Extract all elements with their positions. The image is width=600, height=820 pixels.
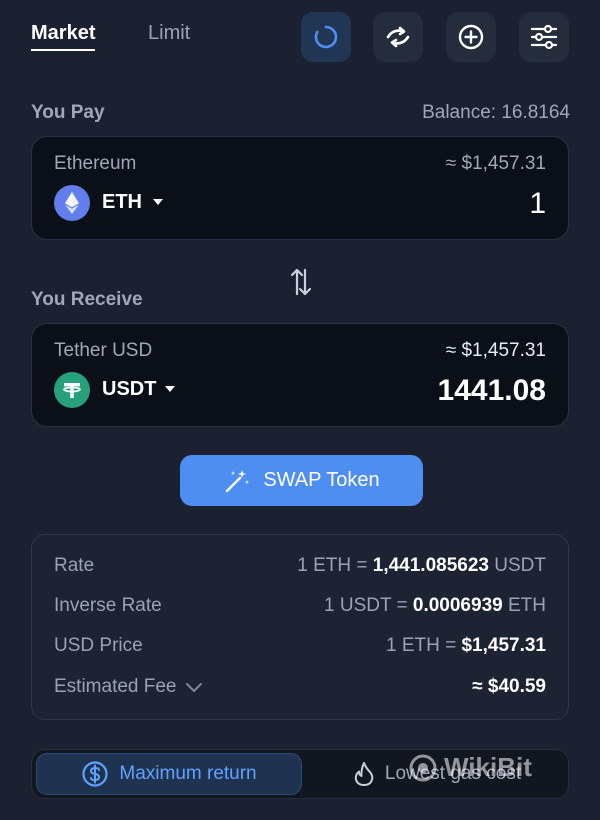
you-receive-label: You Receive <box>31 289 143 310</box>
pay-token-box[interactable]: Ethereum ≈ $1,457.31 ETH 1 <box>31 136 569 240</box>
receive-token-selector[interactable]: USDT <box>102 378 156 401</box>
swap-token-label: SWAP Token <box>263 469 380 491</box>
refresh-arrows-icon <box>386 26 410 48</box>
usd-price-row: USD Price 1 ETH = $1,457.31 <box>54 635 546 661</box>
add-circle-icon <box>458 24 484 50</box>
rate-label: Rate <box>54 555 95 576</box>
loading-button[interactable] <box>301 12 351 62</box>
loading-spinner-icon <box>314 25 338 49</box>
settings-button[interactable] <box>519 12 569 62</box>
quote-details-panel: Rate 1 ETH = 1,441.085623 USDT Inverse R… <box>31 534 569 720</box>
flame-icon <box>354 762 374 786</box>
pay-usd-value: ≈ $1,457.31 <box>445 153 546 174</box>
tab-market[interactable]: Market <box>31 22 96 51</box>
swap-vertical-arrows-icon <box>290 268 312 296</box>
dollar-circle-icon <box>82 761 108 787</box>
magic-wand-icon <box>226 469 250 492</box>
tether-logo-icon <box>54 372 90 408</box>
pay-token-name: Ethereum <box>54 153 137 174</box>
receive-usd-value: ≈ $1,457.31 <box>445 340 546 361</box>
rate-value: 1 ETH = 1,441.085623 USDT <box>297 555 546 576</box>
receive-token-name: Tether USD <box>54 340 153 361</box>
estimated-fee-row[interactable]: Estimated Fee ≈ $40.59 <box>54 676 546 702</box>
rate-row: Rate 1 ETH = 1,441.085623 USDT <box>54 555 546 581</box>
refresh-button[interactable] <box>373 12 423 62</box>
ethereum-logo-icon <box>54 185 90 221</box>
wikibit-watermark: WikiBit <box>408 752 532 783</box>
swap-token-button[interactable]: SWAP Token <box>180 455 423 506</box>
tab-limit[interactable]: Limit <box>148 22 190 45</box>
mode-maximum-return-label: Maximum return <box>119 763 257 784</box>
watermark-text: WikiBit <box>444 752 532 782</box>
pay-caret-down-icon[interactable] <box>153 199 163 205</box>
receive-token-box[interactable]: Tether USD ≈ $1,457.31 USDT 1441.08 <box>31 323 569 427</box>
wikibit-logo-icon <box>409 754 437 781</box>
receive-caret-down-icon[interactable] <box>165 386 175 392</box>
mode-maximum-return[interactable]: Maximum return <box>36 753 302 795</box>
pay-amount-input[interactable]: 1 <box>529 187 546 221</box>
sliders-settings-icon <box>530 24 558 50</box>
pay-token-selector[interactable]: ETH <box>102 191 142 214</box>
receive-amount-value: 1441.08 <box>437 374 546 407</box>
inverse-rate-value: 1 USDT = 0.0006939 ETH <box>324 595 546 616</box>
usd-price-value: 1 ETH = $1,457.31 <box>385 635 546 656</box>
inverse-rate-row: Inverse Rate 1 USDT = 0.0006939 ETH <box>54 595 546 621</box>
estimated-fee-label[interactable]: Estimated Fee <box>54 676 203 698</box>
estimated-fee-value: ≈ $40.59 <box>472 676 546 697</box>
switch-direction-button[interactable] <box>288 264 314 305</box>
usd-price-label: USD Price <box>54 635 143 656</box>
chevron-down-icon[interactable] <box>185 681 203 693</box>
you-pay-label: You Pay <box>31 102 105 123</box>
balance-text: Balance: 16.8164 <box>422 102 570 123</box>
add-button[interactable] <box>446 12 496 62</box>
inverse-rate-label: Inverse Rate <box>54 595 162 616</box>
